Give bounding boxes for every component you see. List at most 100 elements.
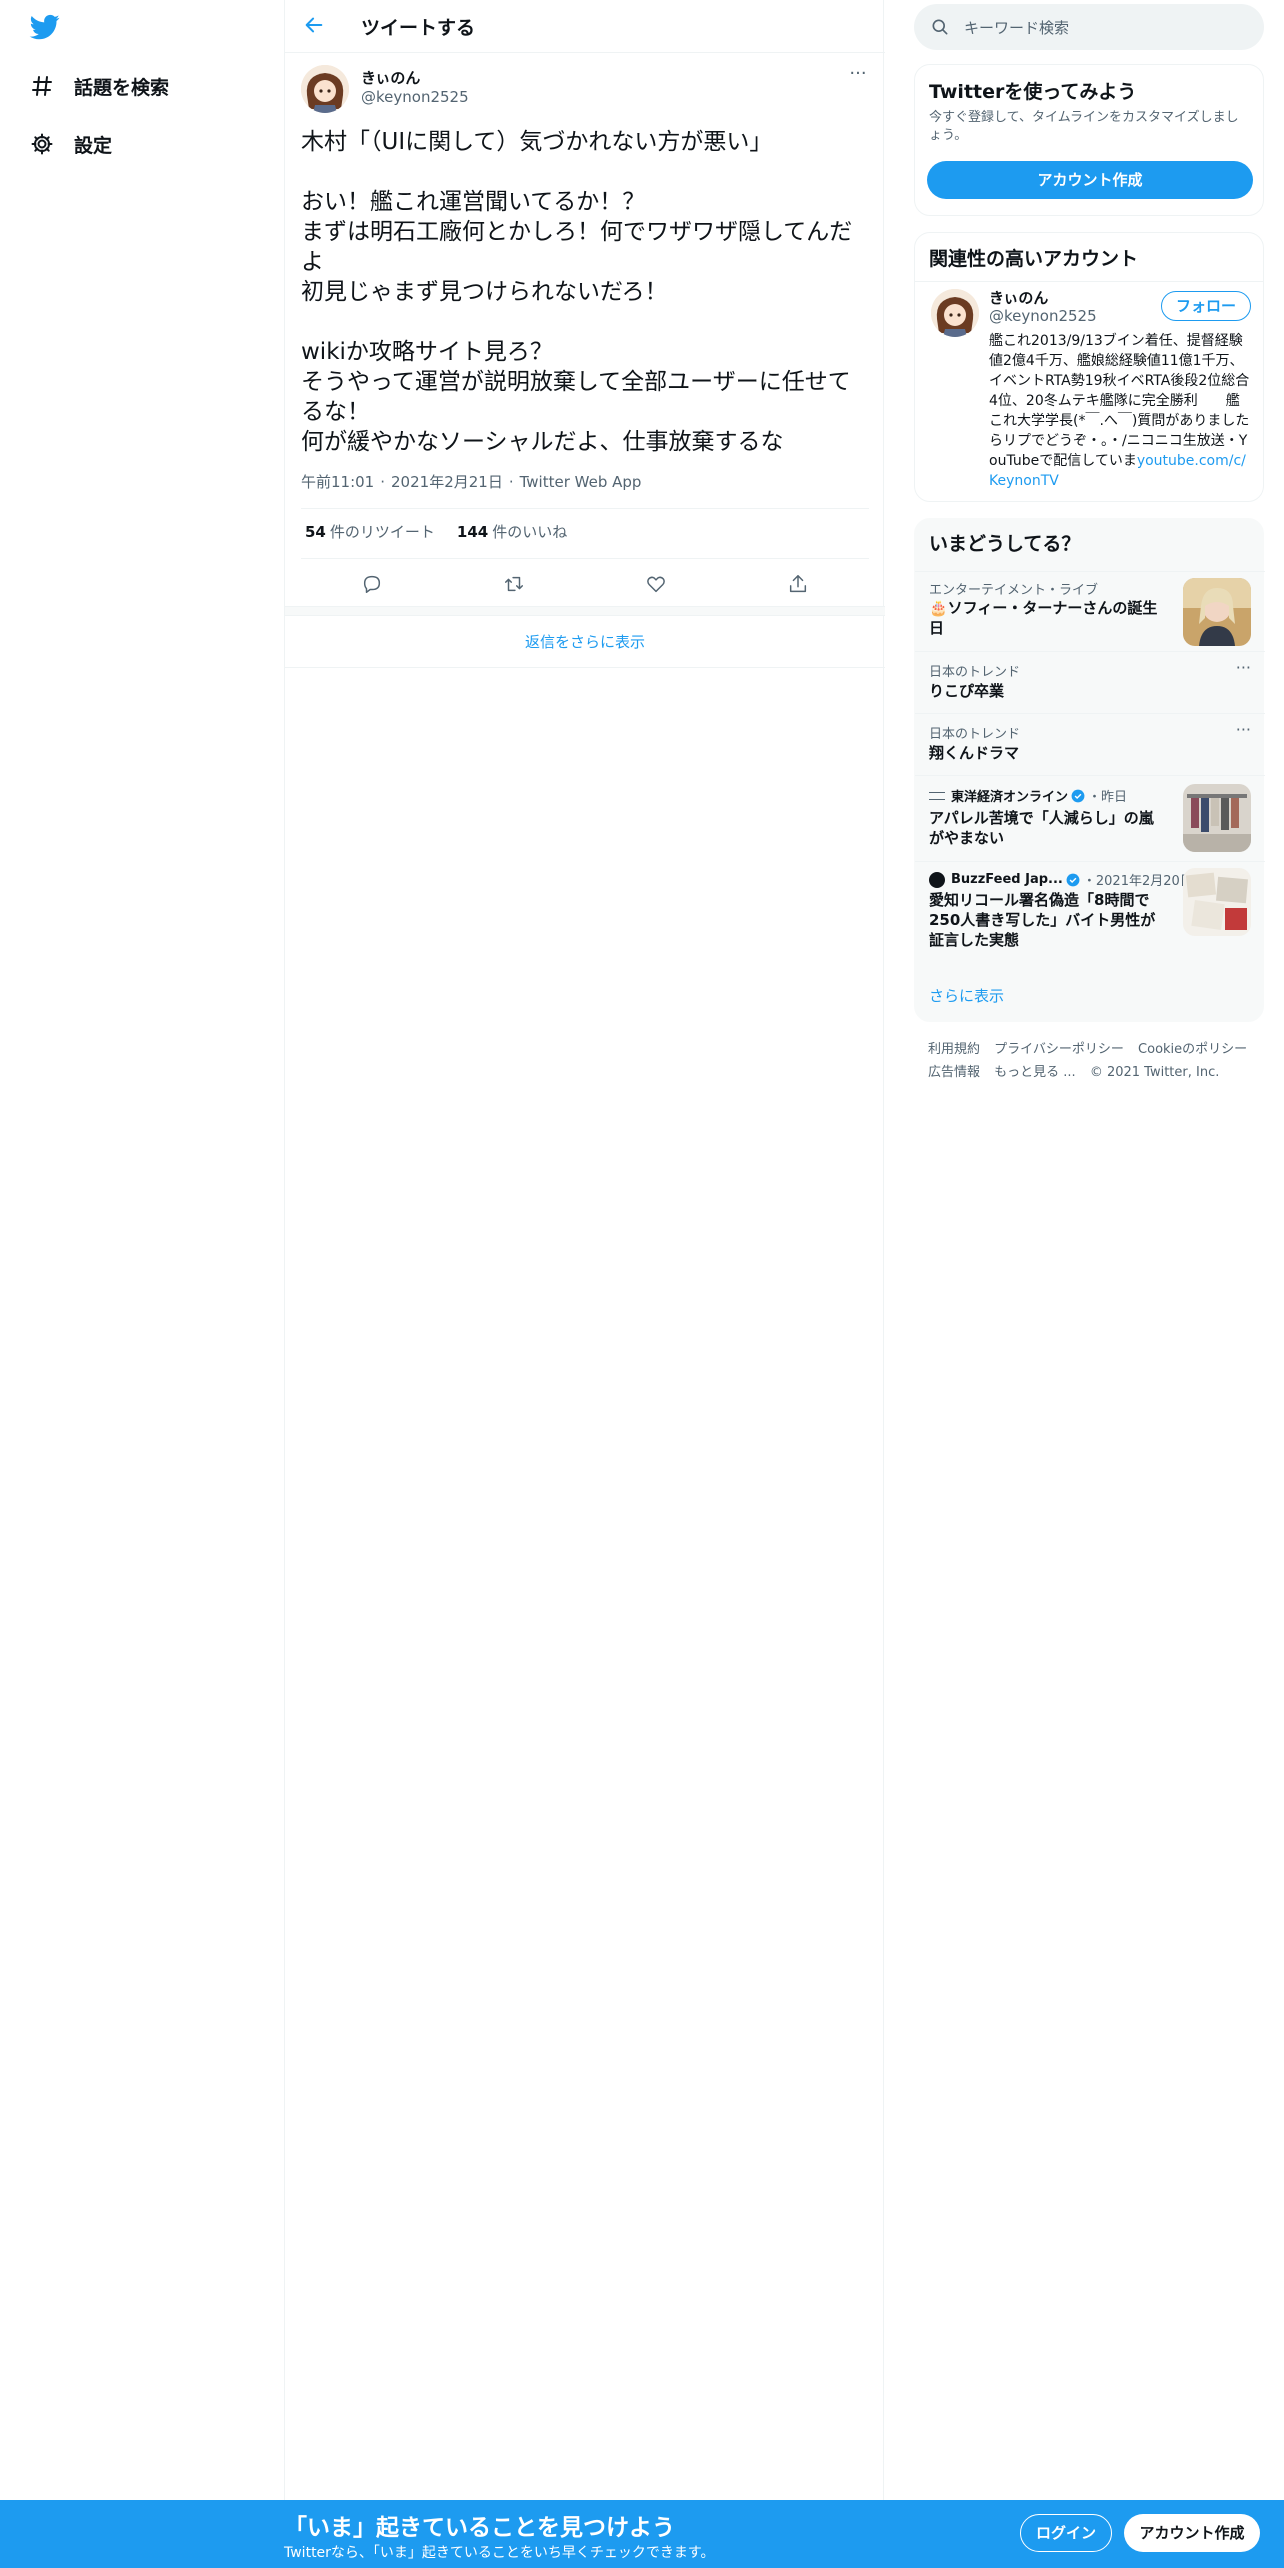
- ellipsis-icon: ···: [1235, 658, 1251, 677]
- signup-button[interactable]: アカウント作成: [1124, 2514, 1260, 2552]
- trend-thumbnail: [1183, 784, 1251, 852]
- source-logo: [929, 791, 945, 800]
- back-arrow-icon: [303, 14, 325, 40]
- source-name: 東洋経済オンライン: [951, 790, 1069, 805]
- divider: [301, 508, 869, 509]
- search-icon: [930, 17, 950, 41]
- trend-more-button[interactable]: ···: [1236, 658, 1251, 677]
- author-handle[interactable]: @keynon2525: [361, 88, 469, 106]
- share-button[interactable]: [780, 568, 816, 604]
- hashtag-icon: [28, 72, 56, 100]
- trends-show-more-link[interactable]: さらに表示: [929, 985, 1004, 1006]
- heart-icon: [645, 573, 667, 599]
- source-time: 昨日: [1101, 790, 1128, 805]
- bottom-bar-subtitle: Twitterなら、「いま」起きていることをいち早くチェックできます。: [284, 2545, 715, 2561]
- reply-icon: [361, 573, 383, 599]
- related-handle[interactable]: @keynon2525: [989, 307, 1097, 325]
- retweet-count: 54: [305, 523, 326, 541]
- divider: [301, 558, 869, 559]
- tweet-more-button[interactable]: ···: [847, 65, 869, 89]
- like-count-link[interactable]: 144 件のいいね: [457, 521, 567, 542]
- nav-explore[interactable]: 話題を検索: [28, 64, 169, 108]
- like-button[interactable]: [638, 568, 674, 604]
- related-name[interactable]: きぃのん: [989, 287, 1048, 308]
- meta-separator: ・: [1082, 874, 1096, 889]
- related-header: 関連性の高いアカウント: [915, 233, 1263, 282]
- bottom-signup-bar: 「いま」起きていることを見つけよう Twitterなら、「いま」起きていることを…: [0, 2500, 1284, 2568]
- meta-separator: ·: [508, 473, 514, 491]
- page-title: ツイートする: [361, 17, 476, 39]
- verified-badge-icon: [1071, 789, 1085, 803]
- author-name[interactable]: きぃのん: [361, 67, 420, 88]
- footer-link-cookies[interactable]: Cookieのポリシー: [1138, 1042, 1247, 1057]
- signup-card-text: 今すぐ登録して、タイムラインをカスタマイズしましょう。: [929, 110, 1239, 143]
- retweet-count-link[interactable]: 54 件のリツイート: [305, 521, 435, 542]
- footer-links: 利用規約 プライバシーポリシー Cookieのポリシー 広告情報 もっと見る .…: [928, 1038, 1258, 1084]
- nav-settings-label: 設定: [74, 134, 113, 157]
- footer-link-terms[interactable]: 利用規約: [928, 1042, 980, 1057]
- trends-title: いまどうしてる？: [929, 533, 1081, 555]
- trend-title: りこぴ卒業: [929, 682, 1005, 700]
- trend-category: 日本のトレンド: [929, 727, 1021, 742]
- trend-title: アパレル苦境で「人減らし」の嵐がやまない: [929, 809, 1154, 847]
- search-input[interactable]: [962, 4, 1256, 52]
- trend-title: 🎂ソフィー・ターナーさんの誕生日: [929, 599, 1158, 637]
- trend-thumbnail: [1183, 868, 1251, 936]
- trend-source: 東洋経済オンライン ・昨日: [929, 786, 1127, 805]
- tweet-meta: 午前11:01 · 2021年2月21日 · Twitter Web App: [301, 471, 641, 492]
- follow-button[interactable]: フォロー: [1161, 291, 1251, 321]
- twitter-bird-icon[interactable]: [28, 12, 62, 42]
- create-account-button[interactable]: アカウント作成: [927, 161, 1253, 199]
- related-accounts-card: 関連性の高いアカウント きぃのん @keynon2525 フォロー 艦これ201…: [914, 232, 1264, 502]
- trend-item[interactable]: 東洋経済オンライン ・昨日 アパレル苦境で「人減らし」の嵐がやまない: [915, 775, 1265, 861]
- footer-link-ads[interactable]: 広告情報: [928, 1065, 980, 1080]
- tweet-stats: 54 件のリツイート 144 件のいいね: [305, 521, 567, 542]
- reply-button[interactable]: [354, 568, 390, 604]
- related-bio: 艦これ2013/9/13ブイン着任、提督経験値2億4千万、艦娘総経験値11億1千…: [989, 331, 1251, 491]
- related-avatar[interactable]: [931, 289, 979, 337]
- back-button[interactable]: [299, 12, 329, 42]
- meta-separator: ・: [1088, 790, 1102, 805]
- retweet-button[interactable]: [496, 568, 532, 604]
- tweet-actions: [301, 568, 869, 604]
- gear-icon: [28, 130, 56, 158]
- trends-card: いまどうしてる？ エンターテイメント・ライブ 🎂ソフィー・ターナーさんの誕生日 …: [914, 518, 1265, 1022]
- main-header: ツイートする: [285, 0, 885, 53]
- retweet-icon: [503, 573, 525, 599]
- related-title: 関連性の高いアカウント: [929, 248, 1139, 270]
- trend-source: BuzzFeed Jap... ・ 2021年2月20日: [929, 870, 1193, 889]
- search-box: [914, 4, 1264, 52]
- section-separator: [285, 606, 885, 616]
- tweet-date[interactable]: 2021年2月21日: [391, 473, 503, 491]
- login-button[interactable]: ログイン: [1020, 2514, 1112, 2552]
- ellipsis-icon: ···: [1235, 720, 1251, 739]
- source-name: BuzzFeed Jap...: [951, 872, 1063, 887]
- trend-item[interactable]: BuzzFeed Jap... ・ 2021年2月20日 愛知リコール署名偽造「8…: [915, 861, 1265, 967]
- verified-badge-icon: [1066, 873, 1080, 887]
- trend-title: 愛知リコール署名偽造「8時間で250人書き写した」バイト男性が証言した実態: [929, 891, 1156, 949]
- copyright: © 2021 Twitter, Inc.: [1089, 1065, 1220, 1080]
- show-more-replies-link[interactable]: 返信をさらに表示: [285, 616, 885, 668]
- trend-thumbnail: [1183, 578, 1251, 646]
- signup-card-title: Twitterを使ってみよう: [929, 81, 1137, 103]
- trend-item[interactable]: 日本のトレンド りこぴ卒業 ···: [915, 651, 1265, 713]
- nav-settings[interactable]: 設定: [28, 122, 112, 166]
- trend-item[interactable]: エンターテイメント・ライブ 🎂ソフィー・ターナーさんの誕生日: [915, 571, 1265, 651]
- trend-more-button[interactable]: ···: [1236, 720, 1251, 739]
- tweet-time[interactable]: 午前11:01: [301, 473, 374, 491]
- source-time: 2021年2月20日: [1095, 874, 1193, 889]
- footer-link-privacy[interactable]: プライバシーポリシー: [994, 1042, 1124, 1057]
- signup-card: Twitterを使ってみよう 今すぐ登録して、タイムラインをカスタマイズしましょ…: [914, 64, 1264, 216]
- bottom-bar-title: 「いま」起きていることを見つけよう: [284, 2515, 675, 2541]
- trend-item[interactable]: 日本のトレンド 翔くんドラマ ···: [915, 713, 1265, 775]
- like-count: 144: [456, 523, 489, 541]
- main-column: ツイートする きぃのん @keynon2525 ··· 木村「（UIに関して）気…: [284, 0, 885, 2568]
- tweet-source-link[interactable]: Twitter Web App: [520, 473, 642, 491]
- trend-category: エンターテイメント・ライブ: [929, 583, 1099, 598]
- footer-link-more[interactable]: もっと見る ...: [994, 1065, 1076, 1080]
- source-logo: [929, 871, 945, 888]
- tweet-text: 木村「（UIに関して）気づかれない方が悪い」 おい！艦これ運営聞いてるか！？ ま…: [301, 129, 853, 455]
- author-avatar[interactable]: [301, 65, 349, 113]
- share-icon: [787, 573, 809, 599]
- left-nav: 話題を検索 設定: [0, 0, 284, 2568]
